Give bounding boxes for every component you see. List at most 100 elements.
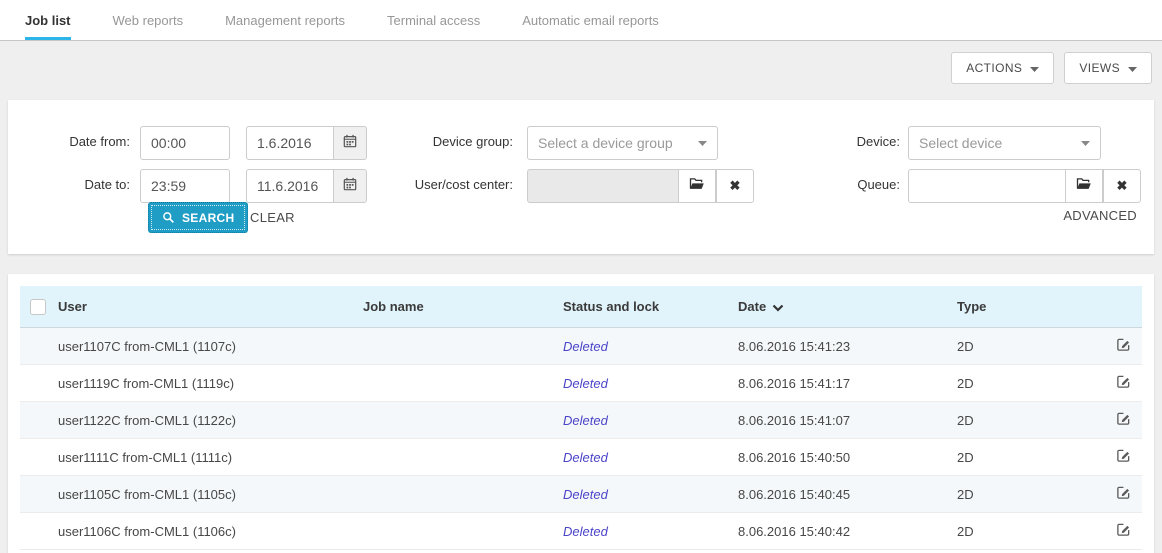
caret-down-icon xyxy=(1081,141,1090,146)
status-link[interactable]: Deleted xyxy=(563,487,738,502)
edit-job-button[interactable] xyxy=(1104,374,1142,392)
tab-management-reports[interactable]: Management reports xyxy=(225,0,345,40)
toolbar: ACTIONS VIEWS xyxy=(0,41,1162,84)
type-cell: 2D xyxy=(957,524,1104,539)
user-cell: user1119C from-CML1 (1119c) xyxy=(58,376,363,391)
search-filter-panel: Date from: Date to: SEARCH CLEAR Device … xyxy=(8,100,1154,254)
table-row[interactable]: user1105C from-CML1 (1105c) Deleted 8.06… xyxy=(20,476,1142,513)
user-cost-center-input[interactable] xyxy=(527,169,680,203)
column-header-type-label: Type xyxy=(957,299,986,314)
folder-open-icon xyxy=(1076,177,1092,195)
views-button[interactable]: VIEWS xyxy=(1064,52,1152,84)
status-link[interactable]: Deleted xyxy=(563,524,738,539)
column-header-date-label: Date xyxy=(738,299,766,314)
folder-open-icon xyxy=(689,177,705,195)
column-header-type[interactable]: Type xyxy=(957,299,1104,314)
date-from-calendar-button[interactable] xyxy=(333,126,367,160)
edit-job-button[interactable] xyxy=(1104,485,1142,503)
sort-desc-icon xyxy=(772,304,784,312)
device-group-select[interactable]: Select a device group xyxy=(527,126,718,160)
calendar-icon xyxy=(343,134,357,153)
queue-clear-button[interactable]: ✖ xyxy=(1103,169,1141,203)
date-to-time-input[interactable] xyxy=(140,169,230,203)
device-group-placeholder: Select a device group xyxy=(538,135,673,151)
date-cell: 8.06.2016 15:40:45 xyxy=(738,487,957,502)
table-row[interactable]: user1106C from-CML1 (1106c) Deleted 8.06… xyxy=(20,513,1142,550)
status-link[interactable]: Deleted xyxy=(563,450,738,465)
edit-icon xyxy=(1116,448,1131,466)
table-row[interactable]: user1107C from-CML1 (1107c) Deleted 8.06… xyxy=(20,328,1142,365)
edit-icon xyxy=(1116,522,1131,540)
clear-link[interactable]: CLEAR xyxy=(250,210,295,225)
column-header-user[interactable]: User xyxy=(58,299,363,314)
edit-icon xyxy=(1116,337,1131,355)
close-icon: ✖ xyxy=(730,178,741,194)
search-button[interactable]: SEARCH xyxy=(148,202,248,233)
user-cell: user1122C from-CML1 (1122c) xyxy=(58,413,363,428)
status-link[interactable]: Deleted xyxy=(563,413,738,428)
type-cell: 2D xyxy=(957,413,1104,428)
date-to-date-input[interactable] xyxy=(246,169,334,203)
queue-label: Queue: xyxy=(750,177,900,192)
search-icon xyxy=(162,211,175,224)
type-cell: 2D xyxy=(957,339,1104,354)
column-header-status-label: Status and lock xyxy=(563,299,659,314)
caret-down-icon xyxy=(1030,67,1039,72)
date-from-label: Date from: xyxy=(20,134,130,149)
table-row[interactable]: user1119C from-CML1 (1119c) Deleted 8.06… xyxy=(20,365,1142,402)
edit-job-button[interactable] xyxy=(1104,522,1142,540)
user-cost-center-browse-button[interactable] xyxy=(678,169,716,203)
table-header-row: User Job name Status and lock Date Type xyxy=(20,286,1142,328)
advanced-link[interactable]: ADVANCED xyxy=(1063,208,1137,223)
close-icon: ✖ xyxy=(1117,178,1128,194)
edit-job-button[interactable] xyxy=(1104,448,1142,466)
type-cell: 2D xyxy=(957,450,1104,465)
date-cell: 8.06.2016 15:41:07 xyxy=(738,413,957,428)
column-header-date[interactable]: Date xyxy=(738,299,957,314)
actions-button[interactable]: ACTIONS xyxy=(951,52,1054,84)
search-button-label: SEARCH xyxy=(182,211,234,225)
device-placeholder: Select device xyxy=(919,135,1002,151)
date-from-date-input[interactable] xyxy=(246,126,334,160)
type-cell: 2D xyxy=(957,487,1104,502)
column-header-user-label: User xyxy=(58,299,87,314)
tab-job-list[interactable]: Job list xyxy=(25,0,71,40)
tab-automatic-email-reports[interactable]: Automatic email reports xyxy=(522,0,659,40)
column-header-job-name[interactable]: Job name xyxy=(363,299,563,314)
queue-input[interactable] xyxy=(908,169,1067,203)
edit-icon xyxy=(1116,411,1131,429)
caret-down-icon xyxy=(698,141,707,146)
date-to-label: Date to: xyxy=(20,177,130,192)
user-cost-center-label: User/cost center: xyxy=(363,177,513,192)
caret-down-icon xyxy=(1128,67,1137,72)
edit-job-button[interactable] xyxy=(1104,411,1142,429)
user-cell: user1111C from-CML1 (1111c) xyxy=(58,450,363,465)
table-body: user1107C from-CML1 (1107c) Deleted 8.06… xyxy=(20,328,1142,550)
user-cost-center-clear-button[interactable]: ✖ xyxy=(716,169,754,203)
select-all-checkbox[interactable] xyxy=(30,299,46,315)
edit-icon xyxy=(1116,485,1131,503)
column-header-job-name-label: Job name xyxy=(363,299,424,314)
queue-browse-button[interactable] xyxy=(1065,169,1103,203)
edit-job-button[interactable] xyxy=(1104,337,1142,355)
tab-web-reports[interactable]: Web reports xyxy=(113,0,184,40)
status-link[interactable]: Deleted xyxy=(563,339,738,354)
edit-icon xyxy=(1116,374,1131,392)
tab-terminal-access[interactable]: Terminal access xyxy=(387,0,480,40)
device-select[interactable]: Select device xyxy=(908,126,1101,160)
date-cell: 8.06.2016 15:41:23 xyxy=(738,339,957,354)
table-row[interactable]: user1122C from-CML1 (1122c) Deleted 8.06… xyxy=(20,402,1142,439)
status-link[interactable]: Deleted xyxy=(563,376,738,391)
actions-button-label: ACTIONS xyxy=(966,61,1022,75)
date-cell: 8.06.2016 15:41:17 xyxy=(738,376,957,391)
calendar-icon xyxy=(343,177,357,196)
table-row[interactable]: user1111C from-CML1 (1111c) Deleted 8.06… xyxy=(20,439,1142,476)
column-header-status-and-lock[interactable]: Status and lock xyxy=(563,299,738,314)
views-button-label: VIEWS xyxy=(1079,61,1120,75)
date-to-calendar-button[interactable] xyxy=(333,169,367,203)
date-cell: 8.06.2016 15:40:42 xyxy=(738,524,957,539)
device-group-label: Device group: xyxy=(363,134,513,149)
device-label: Device: xyxy=(750,134,900,149)
date-from-time-input[interactable] xyxy=(140,126,230,160)
type-cell: 2D xyxy=(957,376,1104,391)
